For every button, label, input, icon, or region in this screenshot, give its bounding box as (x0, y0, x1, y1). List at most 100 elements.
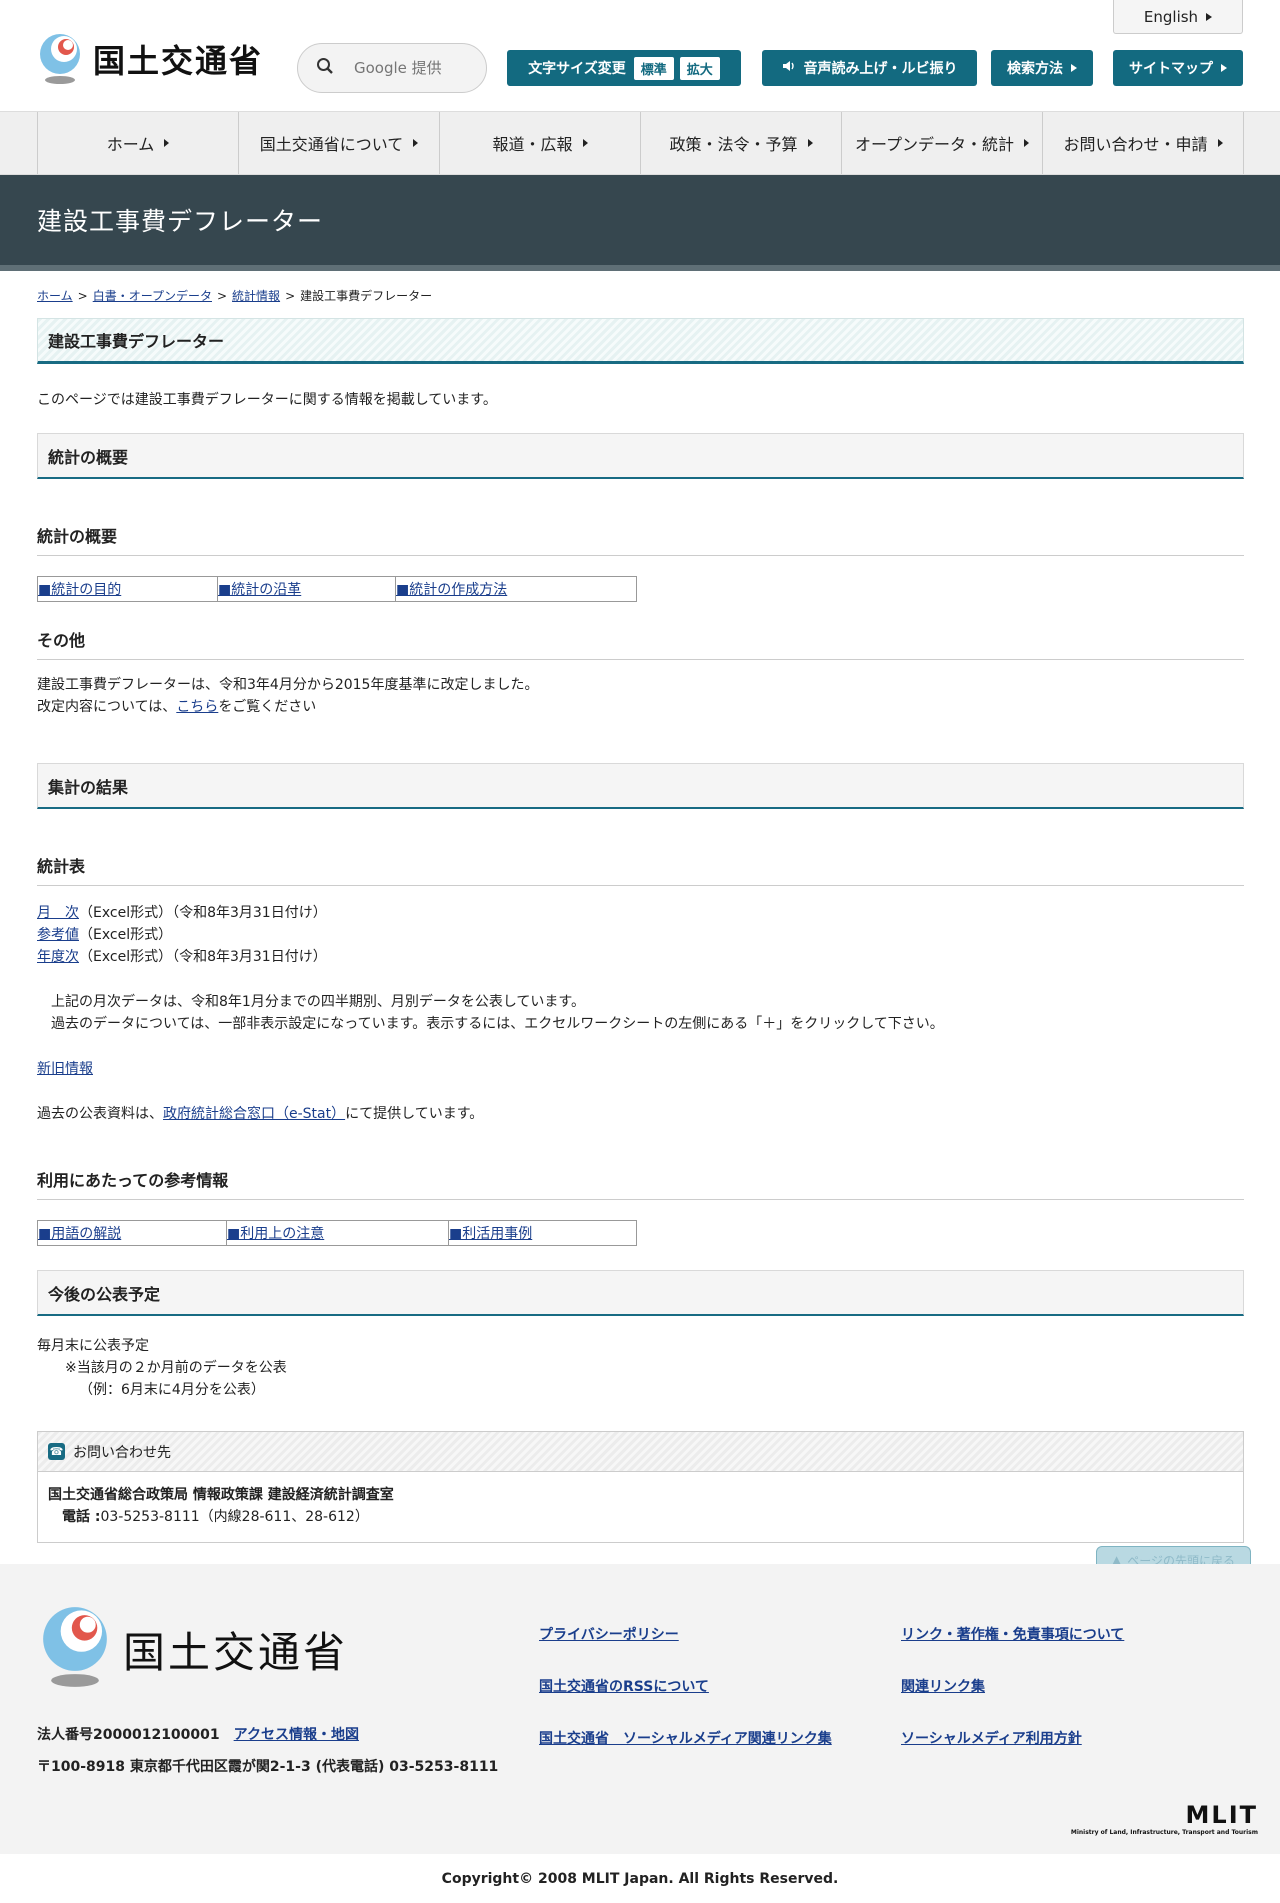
mlit-text: MLIT (1185, 1801, 1258, 1829)
arrow-right-icon (1217, 139, 1223, 147)
stats-table-list: 月 次（Excel形式）（令和8年3月31日付け） 参考値（Excel形式） 年… (37, 902, 1244, 968)
section-overview: 統計の概要 (37, 433, 1244, 479)
nav-item-home[interactable]: ホーム (37, 112, 238, 174)
contact-org: 国土交通省総合政策局 情報政策課 建設経済統計調査室 (48, 1487, 394, 1503)
nav-label: 国土交通省について (259, 135, 404, 154)
contact-box: ☎ お問い合わせ先 国土交通省総合政策局 情報政策課 建設経済統計調査室 電話 … (37, 1431, 1244, 1543)
nav-label: 政策・法令・予算 (669, 135, 798, 154)
other-line1: 建設工事費デフレーターは、令和3年4月分から2015年度基準に改定しました。 (37, 677, 539, 693)
link-social-policy[interactable]: ソーシャルメディア利用方針 (901, 1728, 1241, 1748)
nav-item-opendata[interactable]: オープンデータ・統計 (841, 112, 1042, 174)
overview-links-table: ■統計の目的 ■統計の沿革 ■統計の作成方法 (37, 576, 637, 602)
link-history[interactable]: ■統計の沿革 (218, 582, 301, 598)
link-related[interactable]: 関連リンク集 (901, 1676, 1241, 1696)
link-method[interactable]: ■統計の作成方法 (396, 582, 507, 598)
link-monthly[interactable]: 月 次 (37, 905, 79, 921)
schedule-line1: 毎月末に公表予定 (37, 1338, 149, 1354)
table-cell: ■利用上の注意 (226, 1220, 449, 1246)
search-box (297, 43, 487, 93)
link-notes[interactable]: ■利用上の注意 (227, 1226, 324, 1242)
search-input[interactable] (354, 59, 464, 77)
page-title: 建設工事費デフレーター (37, 207, 324, 236)
nav-item-about[interactable]: 国土交通省について (238, 112, 439, 174)
main-content: ホーム > 白書・オープンデータ > 統計情報 > 建設工事費デフレーター 建設工事費デフレ… (37, 287, 1244, 1543)
search-method-button[interactable]: 検索方法 (991, 50, 1093, 86)
link-newold[interactable]: 新旧情報 (37, 1061, 93, 1077)
contact-header: ☎ お問い合わせ先 (38, 1432, 1243, 1472)
arrow-right-icon (1221, 64, 1227, 72)
arrow-right-icon (413, 139, 419, 147)
schedule-line2: ※当該月の２か月前のデータを公表 (65, 1360, 287, 1376)
table-cell: ■統計の作成方法 (395, 576, 637, 602)
copyright: Copyright© 2008 MLIT Japan. All Rights R… (441, 1870, 839, 1887)
contact-title: お問い合わせ先 (73, 1444, 171, 1461)
footer-logo-text: 国土交通省 (123, 1627, 349, 1677)
arrow-right-icon (807, 139, 813, 147)
breadcrumb-separator: > (216, 289, 228, 303)
search-icon[interactable] (316, 57, 334, 79)
link-social[interactable]: 国土交通省 ソーシャルメディア関連リンク集 (539, 1728, 901, 1748)
footer-logo: 国土交通省 (37, 1604, 348, 1694)
link-glossary[interactable]: ■用語の解説 (38, 1226, 121, 1242)
other-line2-pre: 改定内容については、 (37, 699, 177, 715)
nav-item-policy[interactable]: 政策・法令・予算 (640, 112, 841, 174)
nav-label: オープンデータ・統計 (854, 135, 1015, 154)
link-rss[interactable]: 国土交通省のRSSについて (539, 1676, 901, 1696)
breadcrumb-home[interactable]: ホーム (37, 289, 73, 303)
subheading-tables: 統計表 (37, 853, 1244, 886)
font-size-control: 文字サイズ変更 標準 拡大 (507, 50, 741, 86)
site-logo[interactable]: 国土交通省 (37, 32, 263, 86)
link-privacy[interactable]: プライバシーポリシー (539, 1624, 901, 1644)
english-link[interactable]: English (1113, 0, 1243, 34)
site-footer: 国土交通省 法人番号2000012100001 アクセス情報・地図 〒100-8… (0, 1564, 1280, 1854)
arrow-right-icon (582, 139, 588, 147)
phone-label: 電話 : (62, 1509, 101, 1525)
link-access[interactable]: アクセス情報・地図 (234, 1727, 359, 1743)
nav-item-contact[interactable]: お問い合わせ・申請 (1042, 112, 1244, 174)
subheading-overview: 統計の概要 (37, 523, 1244, 556)
table-cell: ■統計の沿革 (217, 576, 396, 602)
reference-info: （Excel形式） (79, 927, 173, 943)
link-copyright[interactable]: リンク・著作権・免責事項について (901, 1624, 1241, 1644)
arrow-right-icon (164, 139, 170, 147)
nav-item-press[interactable]: 報道・広報 (439, 112, 640, 174)
link-yearly[interactable]: 年度次 (37, 949, 79, 965)
link-reference[interactable]: 参考値 (37, 927, 79, 943)
voice-ruby-button[interactable]: 音声読み上げ・ルビ振り (762, 50, 977, 86)
mlit-emblem-icon (37, 32, 83, 86)
arrow-right-icon (1206, 12, 1213, 21)
monthly-note: 上記の月次データは、令和8年1月分までの四半期別、月別データを公表しています。 … (37, 991, 1244, 1035)
link-here[interactable]: こちら (176, 699, 218, 715)
mlit-wordmark: MLIT Ministry of Land, Infrastructure, T… (1071, 1801, 1258, 1836)
past-pre: 過去の公表資料は、 (37, 1106, 163, 1122)
note-line1: 上記の月次データは、令和8年1月分までの四半期別、月別データを公表しています。 (51, 994, 585, 1010)
link-purpose[interactable]: ■統計の目的 (38, 582, 121, 598)
footer-info: 法人番号2000012100001 アクセス情報・地図 〒100-8918 東京… (37, 1719, 498, 1783)
font-size-standard-button[interactable]: 標準 (633, 56, 674, 80)
breadcrumb: ホーム > 白書・オープンデータ > 統計情報 > 建設工事費デフレーター (37, 287, 1244, 304)
mlit-subtext: Ministry of Land, Infrastructure, Transp… (1070, 1829, 1258, 1836)
breadcrumb-separator: > (77, 289, 88, 303)
contact-body: 国土交通省総合政策局 情報政策課 建設経済統計調査室 電話 :03-5253-8… (38, 1472, 1243, 1542)
note-line2: 過去のデータについては、一部非表示設定になっています。表示するには、エクセルワー… (51, 1016, 944, 1032)
nav-label: ホーム (106, 135, 155, 154)
font-size-label: 文字サイズ変更 (528, 61, 626, 77)
breadcrumb-current: 建設工事費デフレーター (300, 289, 433, 303)
section-results: 集計の結果 (37, 763, 1244, 809)
link-estat[interactable]: 政府統計総合窓口（e-Stat） (163, 1106, 345, 1122)
title-band: 建設工事費デフレーター (0, 175, 1280, 271)
breadcrumb-stats[interactable]: 統計情報 (232, 289, 280, 303)
arrow-right-icon (1024, 139, 1030, 147)
newold-para: 新旧情報 (37, 1058, 1244, 1080)
font-size-large-button[interactable]: 拡大 (679, 56, 720, 80)
sitemap-label: サイトマップ (1129, 61, 1213, 77)
breadcrumb-opendata[interactable]: 白書・オープンデータ (93, 289, 212, 303)
english-label: English (1143, 7, 1199, 26)
sitemap-button[interactable]: サイトマップ (1113, 50, 1243, 86)
lead-text: このページでは建設工事費デフレーターに関する情報を掲載しています。 (37, 392, 497, 408)
nav-label: 報道・広報 (492, 135, 573, 154)
link-usecases[interactable]: ■利活用事例 (449, 1226, 532, 1242)
contact-phone-line: 電話 :03-5253-8111（内線28-611、28-612） (48, 1509, 369, 1525)
table-cell: ■統計の目的 (37, 576, 218, 602)
speaker-icon (782, 59, 796, 77)
